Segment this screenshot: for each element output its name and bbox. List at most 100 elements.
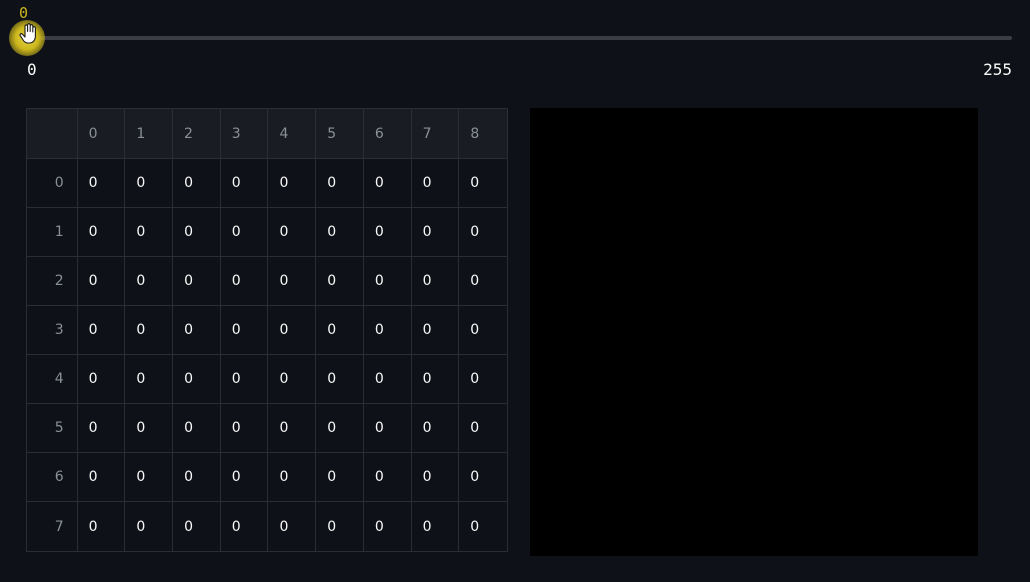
- table-cell[interactable]: 0: [316, 404, 364, 452]
- column-header[interactable]: 8: [459, 109, 507, 158]
- table-cell[interactable]: 0: [221, 257, 269, 305]
- table-row: 4000000000: [27, 355, 507, 404]
- table-cell[interactable]: 0: [125, 502, 174, 551]
- table-cell[interactable]: 0: [125, 159, 174, 207]
- table-cell[interactable]: 0: [459, 355, 507, 403]
- table-cell[interactable]: 0: [125, 306, 174, 354]
- table-cell[interactable]: 0: [173, 306, 221, 354]
- table-cell[interactable]: 0: [364, 453, 412, 501]
- table-cell[interactable]: 0: [459, 502, 507, 551]
- table-cell[interactable]: 0: [78, 306, 126, 354]
- table-cell[interactable]: 0: [459, 257, 507, 305]
- table-cell[interactable]: 0: [221, 404, 269, 452]
- table-cell[interactable]: 0: [364, 257, 412, 305]
- table-cell[interactable]: 0: [78, 404, 126, 452]
- column-header[interactable]: 4: [268, 109, 317, 158]
- table-row: 6000000000: [27, 453, 507, 502]
- table-row: 3000000000: [27, 306, 507, 355]
- table-cell[interactable]: 0: [459, 453, 507, 501]
- table-cell[interactable]: 0: [364, 306, 412, 354]
- table-cell[interactable]: 0: [412, 355, 460, 403]
- table-cell[interactable]: 0: [221, 208, 269, 256]
- table-cell[interactable]: 0: [412, 257, 460, 305]
- table-cell[interactable]: 0: [316, 502, 364, 551]
- table-cell[interactable]: 0: [364, 404, 412, 452]
- table-cell[interactable]: 0: [412, 502, 460, 551]
- table-cell[interactable]: 0: [268, 502, 317, 551]
- row-index: 0: [27, 159, 78, 207]
- table-cell[interactable]: 0: [173, 355, 221, 403]
- column-header[interactable]: 1: [125, 109, 174, 158]
- table-cell[interactable]: 0: [268, 208, 317, 256]
- table-cell[interactable]: 0: [412, 159, 460, 207]
- table-cell[interactable]: 0: [221, 159, 269, 207]
- column-header[interactable]: 0: [78, 109, 126, 158]
- table-cell[interactable]: 0: [125, 257, 174, 305]
- table-cell[interactable]: 0: [268, 257, 317, 305]
- table-cell[interactable]: 0: [78, 257, 126, 305]
- table-cell[interactable]: 0: [125, 208, 174, 256]
- table-cell[interactable]: 0: [221, 453, 269, 501]
- table-cell[interactable]: 0: [412, 208, 460, 256]
- table-cell[interactable]: 0: [125, 453, 174, 501]
- table-cell[interactable]: 0: [173, 502, 221, 551]
- hand-cursor-icon: [19, 23, 36, 44]
- table-cell[interactable]: 0: [364, 208, 412, 256]
- table-cell[interactable]: 0: [221, 306, 269, 354]
- row-index: 7: [27, 502, 78, 551]
- table-cell[interactable]: 0: [268, 159, 317, 207]
- table-cell[interactable]: 0: [316, 355, 364, 403]
- table-cell[interactable]: 0: [125, 404, 174, 452]
- image-preview: [530, 108, 978, 556]
- table-cell[interactable]: 0: [459, 159, 507, 207]
- table-cell[interactable]: 0: [173, 208, 221, 256]
- table-cell[interactable]: 0: [173, 257, 221, 305]
- column-header[interactable]: 7: [412, 109, 460, 158]
- table-row: 7000000000: [27, 502, 507, 551]
- table-cell[interactable]: 0: [78, 159, 126, 207]
- slider-max-label: 255: [983, 60, 1012, 79]
- slider-track[interactable]: [26, 36, 1012, 40]
- table-cell[interactable]: 0: [459, 404, 507, 452]
- table-cell[interactable]: 0: [173, 404, 221, 452]
- table-cell[interactable]: 0: [316, 208, 364, 256]
- row-index: 6: [27, 453, 78, 501]
- table-cell[interactable]: 0: [316, 453, 364, 501]
- table-row: 0000000000: [27, 159, 507, 208]
- table-cell[interactable]: 0: [268, 404, 317, 452]
- table-cell[interactable]: 0: [221, 355, 269, 403]
- table-cell[interactable]: 0: [364, 502, 412, 551]
- pixel-value-table[interactable]: 012345678 000000000010000000002000000000…: [26, 108, 508, 552]
- table-cell[interactable]: 0: [412, 404, 460, 452]
- table-cell[interactable]: 0: [364, 355, 412, 403]
- table-cell[interactable]: 0: [173, 453, 221, 501]
- table-cell[interactable]: 0: [316, 306, 364, 354]
- table-cell[interactable]: 0: [78, 502, 126, 551]
- table-cell[interactable]: 0: [364, 159, 412, 207]
- table-cell[interactable]: 0: [268, 355, 317, 403]
- table-cell[interactable]: 0: [316, 257, 364, 305]
- table-cell[interactable]: 0: [412, 306, 460, 354]
- table-cell[interactable]: 0: [316, 159, 364, 207]
- column-header[interactable]: 2: [173, 109, 221, 158]
- table-cell[interactable]: 0: [459, 306, 507, 354]
- slider-min-label: 0: [27, 60, 37, 79]
- table-cell[interactable]: 0: [78, 453, 126, 501]
- row-index: 3: [27, 306, 78, 354]
- table-header-row: 012345678: [27, 109, 507, 159]
- table-cell[interactable]: 0: [459, 208, 507, 256]
- table-cell[interactable]: 0: [78, 355, 126, 403]
- column-header[interactable]: 6: [364, 109, 412, 158]
- table-cell[interactable]: 0: [173, 159, 221, 207]
- table-cell[interactable]: 0: [268, 306, 317, 354]
- row-index: 2: [27, 257, 78, 305]
- row-index: 1: [27, 208, 78, 256]
- table-cell[interactable]: 0: [78, 208, 126, 256]
- table-cell[interactable]: 0: [221, 502, 269, 551]
- table-row: 5000000000: [27, 404, 507, 453]
- column-header[interactable]: 3: [221, 109, 269, 158]
- table-cell[interactable]: 0: [268, 453, 317, 501]
- table-cell[interactable]: 0: [125, 355, 174, 403]
- column-header[interactable]: 5: [316, 109, 364, 158]
- table-cell[interactable]: 0: [412, 453, 460, 501]
